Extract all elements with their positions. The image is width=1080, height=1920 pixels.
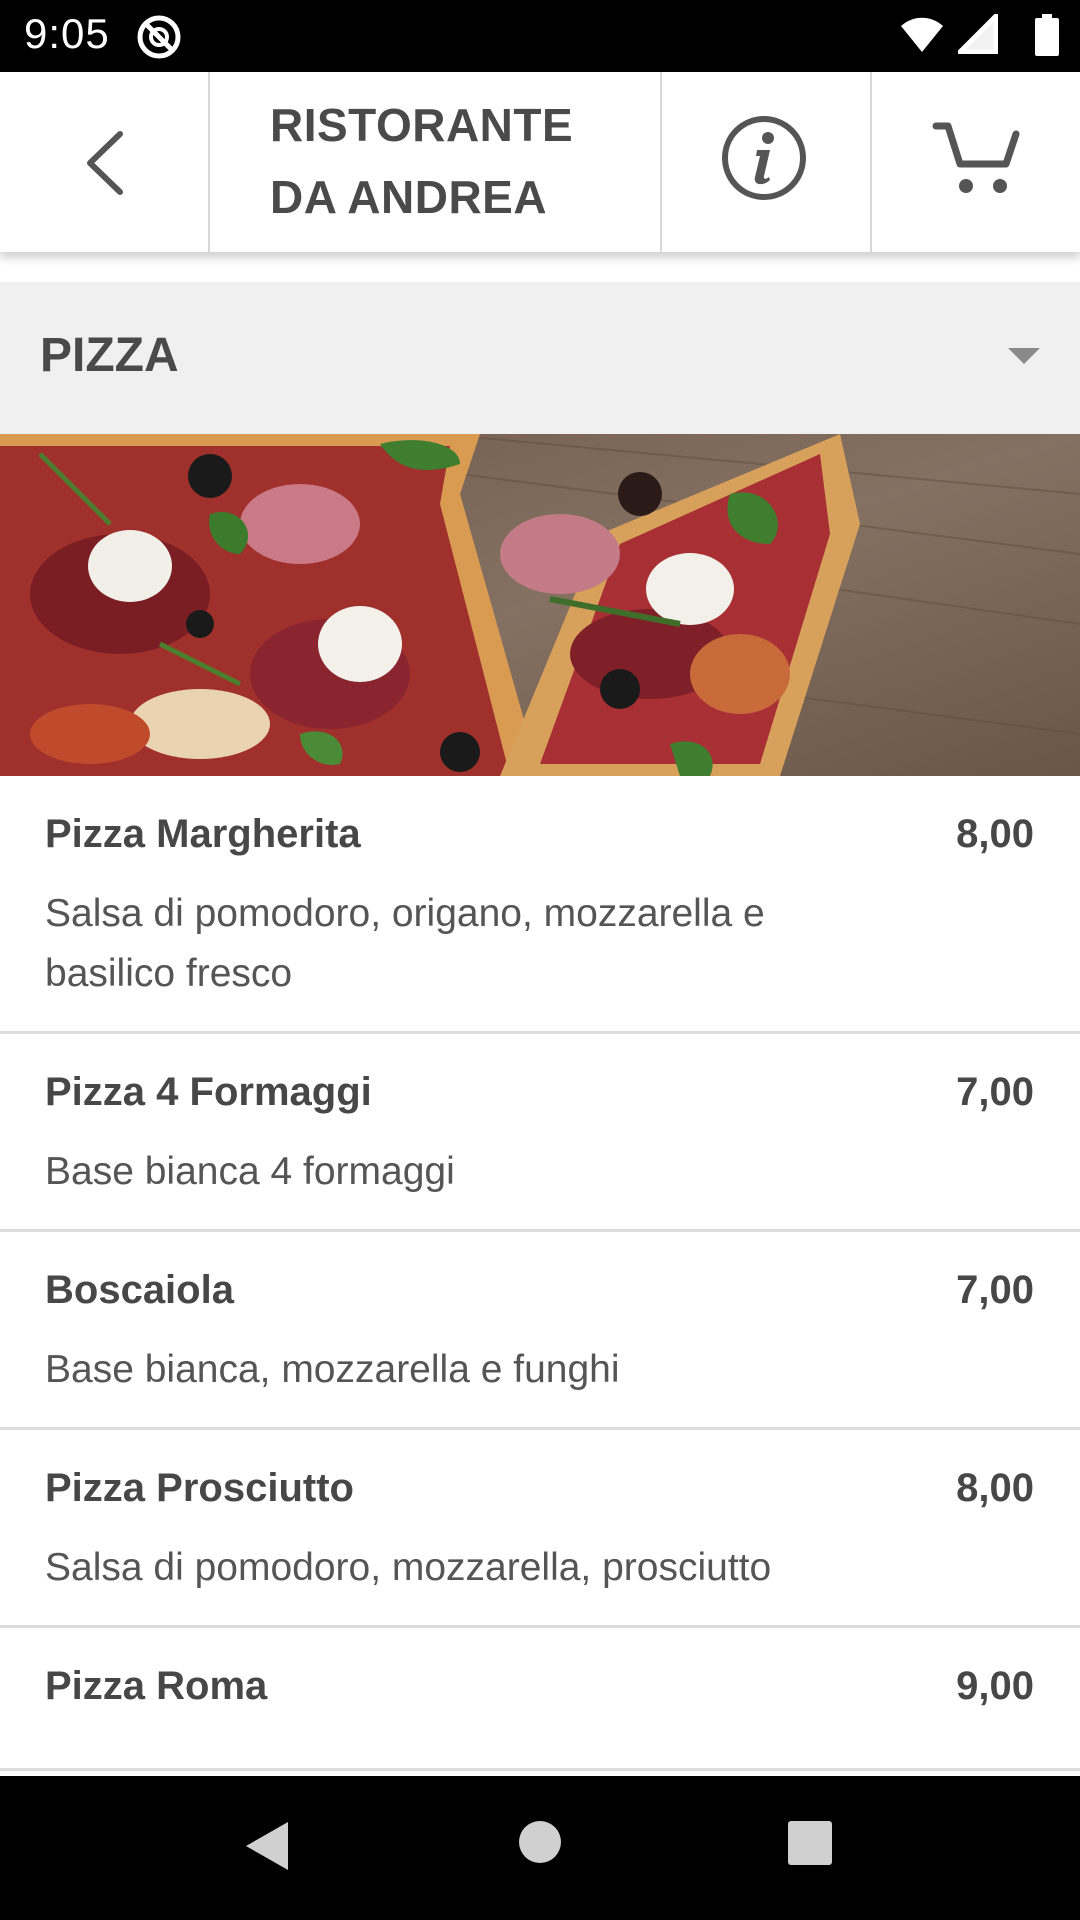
menu-item-name: Pizza Roma (45, 1664, 268, 1708)
menu-item-description: Salsa di pomodoro, origano, mozzarella e… (45, 892, 765, 995)
menu-item-price: 8,00 (956, 812, 1034, 856)
menu-item-description: Salsa di pomodoro, mozzarella, prosciutt… (45, 1546, 772, 1589)
menu-item-description: Base bianca, mozzarella e funghi (45, 1348, 620, 1391)
menu-item-price: 7,00 (956, 1070, 1034, 1114)
nav-home-icon[interactable] (518, 1820, 562, 1864)
nav-back-icon[interactable] (244, 1820, 290, 1872)
menu-item-name: Boscaiola (45, 1268, 234, 1312)
menu-list: Pizza Margherita 8,00 Salsa di pomodoro,… (0, 776, 1080, 1771)
menu-item[interactable]: Pizza 4 Formaggi 7,00 Base bianca 4 form… (0, 1034, 1080, 1232)
menu-item-name: Pizza Margherita (45, 812, 361, 856)
menu-item-name: Pizza Prosciutto (45, 1466, 354, 1510)
menu-item-price: 9,00 (956, 1664, 1034, 1708)
top-app-bar: RISTORANTE DA ANDREA (0, 72, 1080, 252)
menu-item-price: 7,00 (956, 1268, 1034, 1312)
info-icon (722, 116, 806, 200)
pizza-photo (0, 434, 1080, 776)
menu-item[interactable]: Pizza Roma 9,00 (0, 1628, 1080, 1771)
wifi-icon (901, 17, 943, 52)
menu-item[interactable]: Pizza Prosciutto 8,00 Salsa di pomodoro,… (0, 1430, 1080, 1628)
category-title: PIZZA (40, 329, 179, 382)
info-button[interactable] (662, 72, 870, 252)
nav-recents-icon[interactable] (787, 1820, 833, 1866)
menu-item[interactable]: Pizza Margherita 8,00 Salsa di pomodoro,… (0, 776, 1080, 1034)
menu-item[interactable]: Boscaiola 7,00 Base bianca, mozzarella e… (0, 1232, 1080, 1430)
chevron-left-icon (87, 131, 123, 195)
status-time: 9:05 (24, 10, 110, 57)
menu-item-price: 8,00 (956, 1466, 1034, 1510)
back-button[interactable] (0, 72, 208, 252)
menu-item-description: Base bianca 4 formaggi (45, 1150, 455, 1193)
title-line-2: DA ANDREA (270, 171, 548, 223)
cart-button[interactable] (872, 72, 1080, 252)
signal-icon (958, 14, 998, 54)
restaurant-title: RISTORANTE DA ANDREA (210, 72, 660, 252)
category-header-pizza[interactable]: PIZZA (0, 282, 1080, 434)
cart-icon (932, 122, 1020, 193)
app-notification-icon (137, 15, 181, 59)
battery-icon (1035, 14, 1059, 56)
title-line-1: RISTORANTE (270, 99, 574, 151)
status-bar: 9:05 (0, 0, 1080, 72)
system-navigation-bar (0, 1776, 1080, 1920)
caret-down-icon (1008, 348, 1040, 364)
menu-item-name: Pizza 4 Formaggi (45, 1070, 372, 1114)
